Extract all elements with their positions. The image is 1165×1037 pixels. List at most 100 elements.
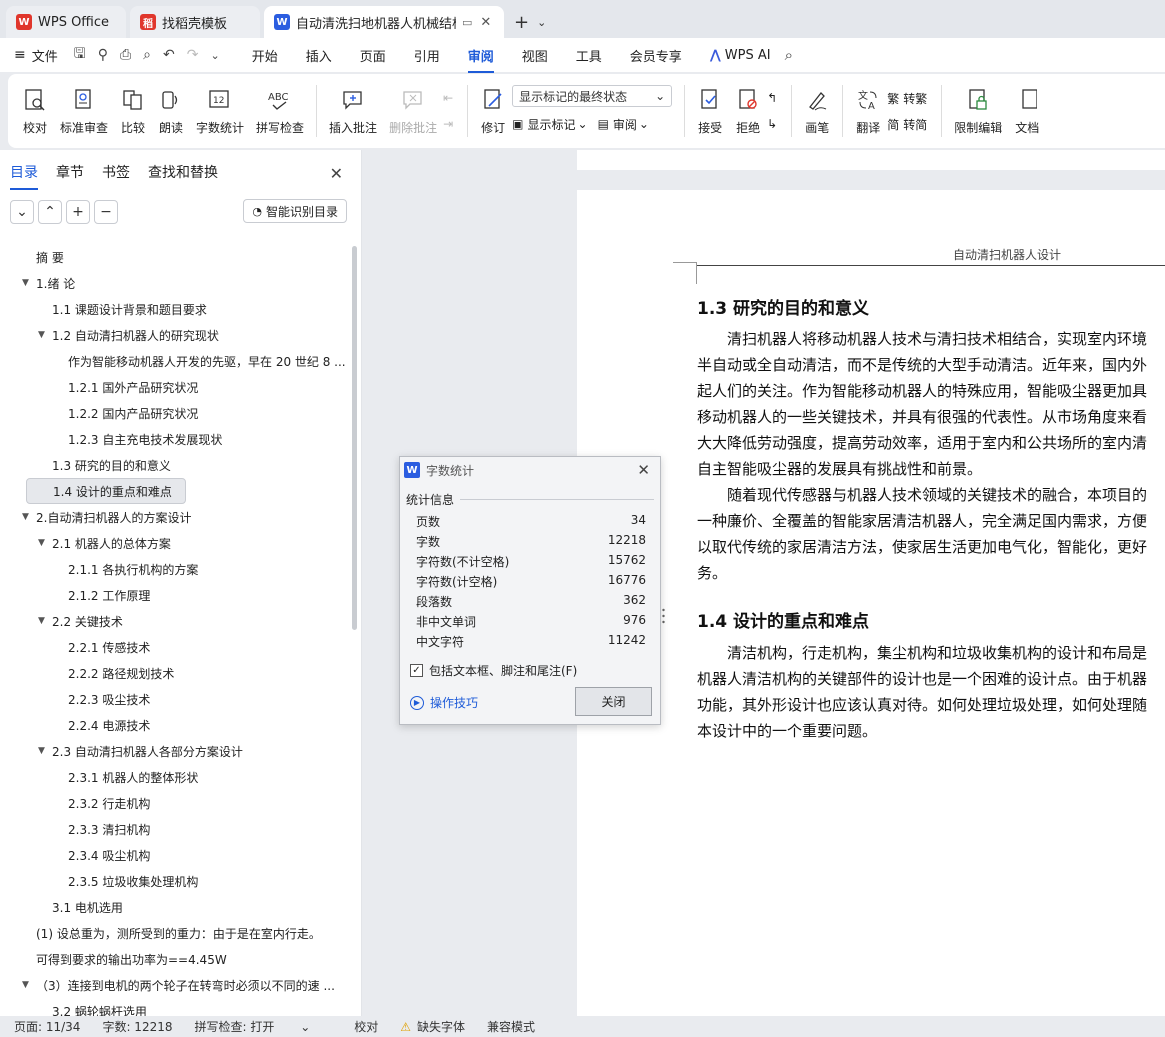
include-textbox-checkbox[interactable]: ✓ 包括文本框、脚注和尾注(F) bbox=[410, 662, 577, 679]
menu-page[interactable]: 页面 bbox=[360, 46, 386, 65]
tips-link[interactable]: ▶ 操作技巧 bbox=[410, 694, 478, 711]
share-icon[interactable]: ⚲ bbox=[98, 47, 108, 63]
menu-reference[interactable]: 引用 bbox=[414, 46, 440, 65]
document-button[interactable]: 文档 bbox=[1008, 79, 1040, 143]
restrict-edit-button[interactable]: 限制编辑 bbox=[948, 79, 1008, 143]
menu-view[interactable]: 视图 bbox=[522, 46, 548, 65]
expand-arrow-icon[interactable]: ▼ bbox=[38, 616, 45, 626]
print-icon[interactable]: ⎙ bbox=[120, 47, 131, 63]
save-icon[interactable]: 🖫 bbox=[74, 43, 86, 67]
toc-item[interactable]: 2.2.1 传感技术 bbox=[0, 634, 350, 660]
smart-toc-button[interactable]: ◔ 智能识别目录 bbox=[243, 199, 347, 223]
compare-button[interactable]: 比较 bbox=[114, 79, 152, 143]
menu-start[interactable]: 开始 bbox=[252, 46, 278, 65]
toc-item[interactable]: 2.3.1 机器人的整体形状 bbox=[0, 764, 350, 790]
pen-button[interactable]: 画笔 bbox=[798, 79, 836, 143]
chevron-down-icon[interactable]: ⌄ bbox=[537, 16, 546, 29]
redo-icon[interactable]: ↷ bbox=[187, 47, 199, 63]
wps-ai-button[interactable]: ⋀ WPS AI bbox=[710, 48, 771, 63]
chevron-down-icon[interactable]: ⌄ bbox=[210, 49, 219, 62]
toc-item[interactable]: 1.4 设计的重点和难点 bbox=[26, 478, 186, 504]
tab-bookmark[interactable]: 书签 bbox=[102, 162, 130, 182]
toc-item[interactable]: ▼ 2.3 自动清扫机器人各部分方案设计 bbox=[0, 738, 350, 764]
toc-item[interactable]: ▼ 1.2 自动清扫机器人的研究现状 bbox=[0, 322, 350, 348]
toc-item[interactable]: 作为智能移动机器人开发的先驱，早在 20 世纪 8 ... bbox=[0, 348, 350, 374]
plus-icon[interactable]: + bbox=[514, 12, 529, 33]
close-icon[interactable]: ✕ bbox=[480, 15, 491, 30]
revise-button[interactable]: 修订 bbox=[474, 79, 512, 143]
word-count-button[interactable]: 12 字数统计 bbox=[190, 79, 250, 143]
plus-icon[interactable]: + bbox=[66, 200, 90, 224]
toc-item[interactable]: 2.1.2 工作原理 bbox=[0, 582, 350, 608]
search-icon[interactable]: ⌕ bbox=[785, 46, 793, 64]
toc-item[interactable]: 2.3.4 吸尘机构 bbox=[0, 842, 350, 868]
next-comment-icon[interactable]: ⇥ bbox=[443, 111, 453, 137]
previous-comment-icon[interactable]: ⇤ bbox=[443, 85, 453, 111]
toc-item[interactable]: 1.3 研究的目的和意义 bbox=[0, 452, 350, 478]
toc-item[interactable]: 可得到要求的输出功率为==4.45W bbox=[0, 946, 350, 972]
toc-item[interactable]: 1.2.1 国外产品研究状况 bbox=[0, 374, 350, 400]
close-button[interactable]: 关闭 bbox=[575, 687, 652, 716]
tab-document[interactable]: W 自动清洗扫地机器人机械结构 ▭ ✕ bbox=[264, 6, 504, 38]
review-pane-button[interactable]: 审阅 bbox=[613, 116, 637, 133]
toc-item[interactable]: 1.2.3 自主充电技术发展现状 bbox=[0, 426, 350, 452]
standard-review-button[interactable]: 标准审查 bbox=[54, 79, 114, 143]
panel-grip-icon[interactable] bbox=[662, 608, 665, 624]
proofread-button[interactable]: 校对 bbox=[16, 79, 54, 143]
translate-button[interactable]: 文A 翻译 bbox=[849, 79, 887, 143]
toc-item[interactable]: 3.1 电机选用 bbox=[0, 894, 350, 920]
toc-item[interactable]: 2.2.2 路径规划技术 bbox=[0, 660, 350, 686]
menu-insert[interactable]: 插入 bbox=[306, 46, 332, 65]
markup-state-select[interactable]: 显示标记的最终状态 ⌄ bbox=[512, 85, 673, 107]
collapse-up-icon[interactable]: ⌃ bbox=[38, 200, 62, 224]
to-simplified-button[interactable]: 简转简 bbox=[887, 111, 927, 137]
document-page[interactable]: 自动清扫机器人设计 1.3 研究的目的和意义 清扫机器人将移动机器人技术与清扫技… bbox=[577, 190, 1165, 1016]
delete-comment-button[interactable]: 删除批注 bbox=[383, 79, 443, 143]
menu-review[interactable]: 审阅 bbox=[467, 46, 494, 73]
toc-item[interactable]: 3.2 蜗轮蜗杆选用 bbox=[0, 998, 350, 1017]
toc-item[interactable]: 2.3.3 清扫机构 bbox=[0, 816, 350, 842]
toc-item[interactable]: ▼ 2.2 关键技术 bbox=[0, 608, 350, 634]
next-revision-icon[interactable]: ↳ bbox=[767, 111, 777, 137]
toc-item[interactable]: 2.2.3 吸尘技术 bbox=[0, 686, 350, 712]
show-marks-button[interactable]: 显示标记 bbox=[527, 116, 575, 133]
status-spell[interactable]: 拼写检查: 打开 ⌄ bbox=[195, 1018, 333, 1035]
read-aloud-button[interactable]: 朗读 bbox=[152, 79, 190, 143]
toc-item[interactable]: ▼ 1.绪 论 bbox=[0, 270, 350, 296]
toc-item[interactable]: ▼ （3）连接到电机的两个轮子在转弯时必须以不同的速 ... bbox=[0, 972, 350, 998]
expand-arrow-icon[interactable]: ▼ bbox=[22, 980, 29, 990]
close-icon[interactable]: ✕ bbox=[637, 461, 650, 479]
print-preview-icon[interactable]: ⌕ bbox=[143, 47, 151, 63]
menu-tools[interactable]: 工具 bbox=[576, 46, 602, 65]
expand-arrow-icon[interactable]: ▼ bbox=[38, 330, 45, 340]
undo-icon[interactable]: ↶ bbox=[163, 47, 175, 63]
status-words[interactable]: 字数: 12218 bbox=[102, 1018, 172, 1035]
toc-item[interactable]: 1.1 课题设计背景和题目要求 bbox=[0, 296, 350, 322]
tab-toc[interactable]: 目录 bbox=[10, 162, 38, 190]
to-traditional-button[interactable]: 繁转繁 bbox=[887, 85, 927, 111]
status-missing-font[interactable]: 缺失字体 bbox=[417, 1018, 465, 1035]
minus-icon[interactable]: − bbox=[94, 200, 118, 224]
toc-item[interactable]: 摘 要 bbox=[0, 244, 350, 270]
tab-wps-office[interactable]: W WPS Office bbox=[6, 6, 126, 38]
tab-docer[interactable]: 稻 找稻壳模板 bbox=[130, 6, 260, 38]
accept-button[interactable]: 接受 bbox=[691, 79, 729, 143]
expand-arrow-icon[interactable]: ▼ bbox=[38, 538, 45, 548]
status-page[interactable]: 页面: 11/34 bbox=[14, 1018, 80, 1035]
toc-item[interactable]: 2.2.4 电源技术 bbox=[0, 712, 350, 738]
status-proof[interactable]: 校对 bbox=[354, 1018, 378, 1035]
toc-item[interactable]: 1.2.2 国内产品研究状况 bbox=[0, 400, 350, 426]
toc-item[interactable]: 2.1.1 各执行机构的方案 bbox=[0, 556, 350, 582]
toc-item[interactable]: 2.3.2 行走机构 bbox=[0, 790, 350, 816]
menu-member[interactable]: 会员专享 bbox=[630, 46, 682, 65]
toc-item[interactable]: 2.3.5 垃圾收集处理机构 bbox=[0, 868, 350, 894]
toc-item[interactable]: ▼ 2.1 机器人的总体方案 bbox=[0, 530, 350, 556]
file-menu[interactable]: ≡ 文件 bbox=[14, 46, 58, 65]
expand-arrow-icon[interactable]: ▼ bbox=[38, 746, 45, 756]
collapse-down-icon[interactable]: ⌄ bbox=[10, 200, 34, 224]
toc-scrollbar[interactable] bbox=[352, 246, 357, 630]
dialog-titlebar[interactable]: W 字数统计 ✕ bbox=[400, 457, 660, 483]
expand-arrow-icon[interactable]: ▼ bbox=[22, 278, 29, 288]
previous-revision-icon[interactable]: ↰ bbox=[767, 85, 777, 111]
close-icon[interactable]: ✕ bbox=[330, 164, 343, 183]
